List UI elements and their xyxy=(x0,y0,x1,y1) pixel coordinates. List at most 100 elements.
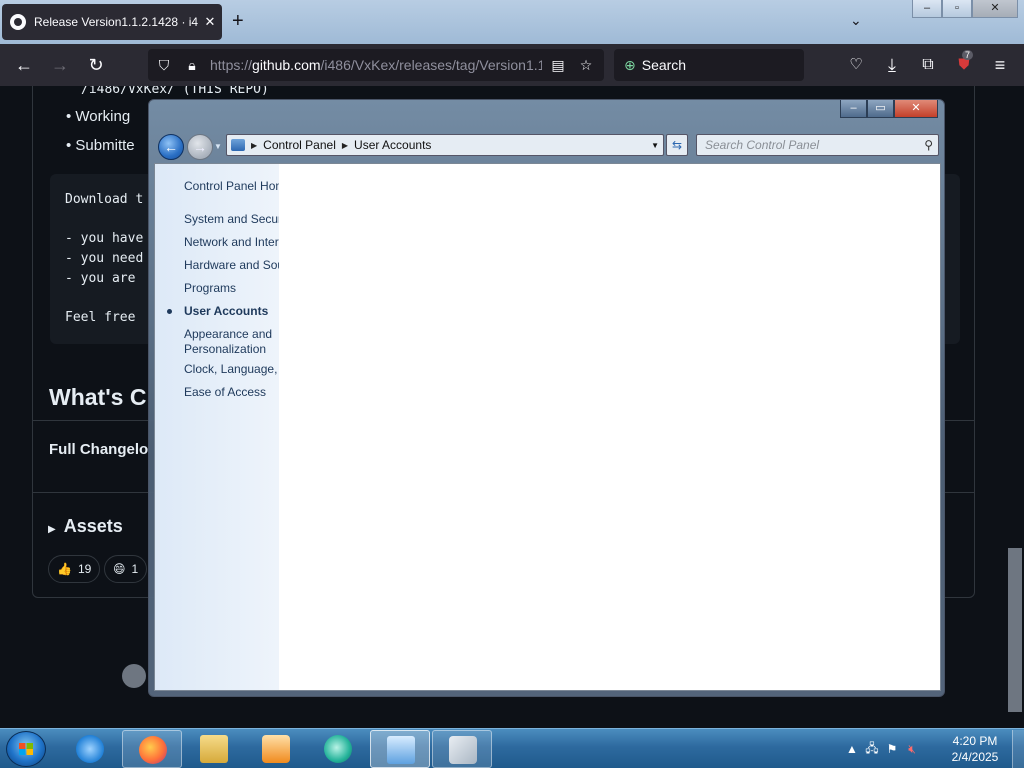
refresh-icon[interactable]: ⇆ xyxy=(666,134,688,156)
taskbar-green-app[interactable] xyxy=(308,730,368,768)
reload-icon[interactable]: ↻ xyxy=(84,53,108,77)
reaction-laugh[interactable]: 😄 1 xyxy=(104,555,148,583)
search-icon[interactable]: ⚲ xyxy=(924,138,933,152)
clock-time: 4:20 PM xyxy=(952,734,998,748)
taskbar-control-panel[interactable] xyxy=(370,730,430,768)
assets-toggle[interactable]: ▶ Assets xyxy=(48,516,123,537)
nav-user-accounts[interactable]: User Accounts xyxy=(184,304,268,319)
network-icon[interactable]: 🖧︎ xyxy=(862,739,882,760)
cp-content-area: Control Panel Home System and Security N… xyxy=(154,163,941,691)
browser-close-button[interactable]: ✕ xyxy=(972,0,1018,18)
address-dropdown-icon[interactable]: ▼ xyxy=(651,141,659,150)
taskbar-internet-explorer[interactable] xyxy=(60,730,120,768)
page-scrollbar-thumb[interactable] xyxy=(1008,548,1022,712)
back-arrow-icon[interactable]: ← xyxy=(158,134,184,160)
search-bar[interactable]: ⊕ Search xyxy=(614,49,804,81)
nav-clock-language-region[interactable]: Clock, Language, and Region xyxy=(184,362,279,377)
nav-ease-of-access[interactable]: Ease of Access xyxy=(184,385,266,400)
code-line: Download t xyxy=(65,192,144,207)
app-icon xyxy=(449,736,477,764)
reader-view-icon[interactable]: ▤ xyxy=(546,57,570,74)
menu-hamburger-icon[interactable]: ≡ xyxy=(988,53,1012,77)
url-bar[interactable]: ⛉ 🔒︎ https://github.com/i486/VxKex/relea… xyxy=(148,49,604,81)
taskbar-generic-app[interactable] xyxy=(432,730,492,768)
taskbar-firefox[interactable] xyxy=(122,730,182,768)
control-panel-icon xyxy=(387,736,415,764)
bullet-item: • Working xyxy=(66,108,131,125)
github-footer-logo-icon[interactable] xyxy=(122,664,146,688)
tab-close-icon[interactable]: ✕ xyxy=(198,14,222,30)
cp-window-controls: – ▭ ✕ xyxy=(840,100,938,118)
folder-icon xyxy=(200,735,228,763)
code-line: - you are xyxy=(65,271,136,286)
back-arrow-icon[interactable]: ← xyxy=(12,53,36,77)
nav-system-and-security[interactable]: System and Security xyxy=(184,212,279,227)
taskbar-file-explorer[interactable] xyxy=(184,730,244,768)
lock-icon[interactable]: 🔒︎ xyxy=(180,57,204,74)
bookmark-star-icon[interactable]: ☆ xyxy=(574,57,598,74)
cp-close-button[interactable]: ✕ xyxy=(894,100,938,118)
taskbar-media-player[interactable] xyxy=(246,730,306,768)
list-all-tabs-icon[interactable]: ⌄ xyxy=(850,12,862,29)
reaction-thumbs-up[interactable]: 👍 19 xyxy=(48,555,101,583)
nav-control-panel-home[interactable]: Control Panel Home xyxy=(184,179,279,194)
taskbar: ▲ 🖧︎ ⚑ 🔇︎ 4:20 PM 2/4/2025 xyxy=(0,728,1024,768)
media-player-icon xyxy=(262,735,290,763)
forward-arrow-icon[interactable]: → xyxy=(187,134,213,160)
new-tab-button[interactable]: + xyxy=(232,10,244,33)
volume-muted-icon[interactable]: 🔇︎ xyxy=(902,742,922,757)
system-tray: ▲ 🖧︎ ⚑ 🔇︎ xyxy=(842,729,922,768)
cp-search-input[interactable]: Search Control Panel ⚲ xyxy=(696,134,939,156)
repo-path-text: /i486/VxKex/ (THIS REPO) xyxy=(81,86,269,97)
browser-tab[interactable]: Release Version1.1.2.1428 · i486/ ✕ xyxy=(2,4,222,40)
control-panel-window: – ▭ ✕ ← → ▼ ▶ Control Panel ▶ User Accou… xyxy=(148,99,945,697)
app-icon xyxy=(324,735,352,763)
firefox-icon xyxy=(139,736,167,764)
extensions-icon[interactable]: ⧉ xyxy=(916,53,940,77)
nav-hardware-and-sound[interactable]: Hardware and Sound xyxy=(184,258,279,273)
search-placeholder: Search Control Panel xyxy=(705,138,820,152)
nav-appearance-and-personalization[interactable]: Appearance and Personalization xyxy=(184,327,279,357)
nav-network-and-internet[interactable]: Network and Internet xyxy=(184,235,279,250)
forward-arrow-icon[interactable]: → xyxy=(48,53,72,77)
recent-pages-dropdown-icon[interactable]: ▼ xyxy=(214,142,222,151)
tracking-shield-icon[interactable]: ⛉ xyxy=(152,57,176,74)
show-hidden-icons-chevron[interactable]: ▲ xyxy=(842,742,862,756)
show-desktop-button[interactable] xyxy=(1012,730,1024,768)
full-changelog-link[interactable]: Full Changelo xyxy=(49,441,148,458)
code-line: - you have xyxy=(65,231,144,246)
system-clock[interactable]: 4:20 PM 2/4/2025 xyxy=(943,733,1007,765)
nav-programs[interactable]: Programs xyxy=(184,281,236,296)
reaction-count: 1 xyxy=(131,562,139,576)
browser-maximize-button[interactable]: ▫ xyxy=(942,0,972,18)
breadcrumb-separator-icon[interactable]: ▶ xyxy=(251,141,257,150)
laugh-icon: 😄 xyxy=(113,562,126,576)
cp-navigation-pane: Control Panel Home System and Security N… xyxy=(155,164,279,690)
downloads-icon[interactable]: ⤓ xyxy=(880,53,904,77)
cp-minimize-button[interactable]: – xyxy=(840,100,867,118)
search-label: Search xyxy=(641,57,687,73)
extension-badge: 7 xyxy=(962,50,974,60)
active-bullet-icon xyxy=(167,309,172,314)
browser-window-controls: – ▫ ✕ xyxy=(912,0,1018,18)
start-button[interactable] xyxy=(6,731,46,767)
bullet-item: • Submitte xyxy=(66,137,135,154)
breadcrumb-separator-icon[interactable]: ▶ xyxy=(342,141,348,150)
code-line: Feel free xyxy=(65,310,136,325)
url-text[interactable]: https://github.com/i486/VxKex/releases/t… xyxy=(204,57,542,73)
browser-toolbar: ← → ↻ ⛉ 🔒︎ https://github.com/i486/VxKex… xyxy=(0,44,1024,86)
code-line: - you need xyxy=(65,251,144,266)
action-center-flag-icon[interactable]: ⚑ xyxy=(882,742,902,756)
breadcrumb-control-panel[interactable]: Control Panel xyxy=(263,138,336,152)
pocket-icon[interactable]: ♡ xyxy=(844,53,868,77)
internet-explorer-icon xyxy=(76,735,104,763)
cp-maximize-button[interactable]: ▭ xyxy=(867,100,894,118)
github-icon xyxy=(10,14,26,30)
cp-address-bar[interactable]: ▶ Control Panel ▶ User Accounts ▼ xyxy=(226,134,664,156)
breadcrumb-user-accounts[interactable]: User Accounts xyxy=(354,138,431,152)
thumbs-up-icon: 👍 xyxy=(57,562,72,576)
disclosure-triangle-icon: ▶ xyxy=(48,524,56,535)
clock-date: 2/4/2025 xyxy=(951,750,999,764)
browser-minimize-button[interactable]: – xyxy=(912,0,942,18)
search-engine-icon: ⊕ xyxy=(624,56,636,73)
